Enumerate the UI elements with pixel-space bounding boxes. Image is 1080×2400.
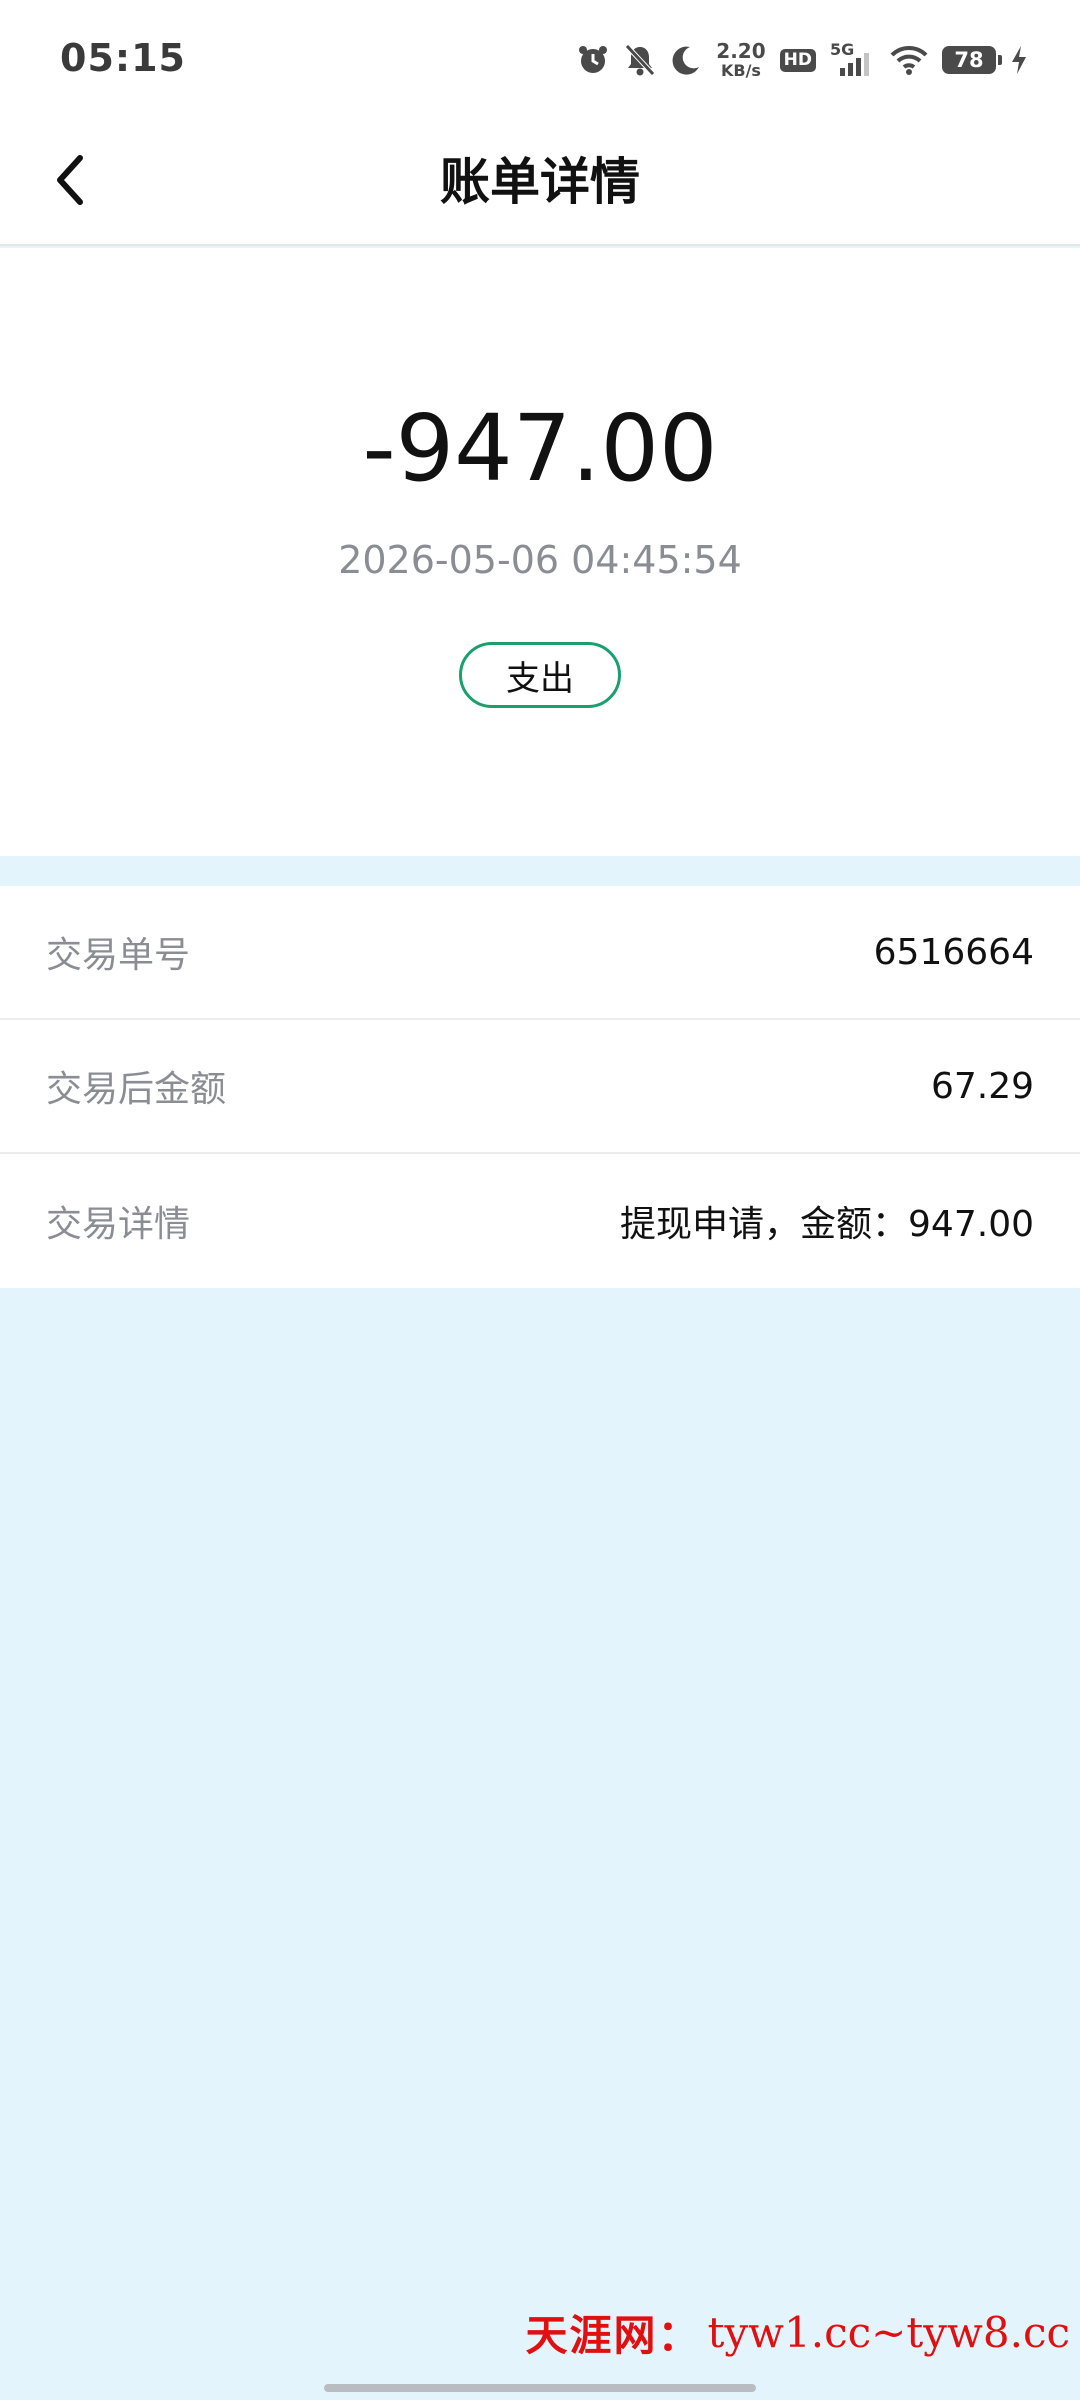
wifi-icon (890, 45, 928, 75)
moon-icon (670, 44, 702, 76)
detail-label: 交易单号 (46, 935, 191, 976)
transaction-datetime: 2026-05-06 04:45:54 (338, 538, 742, 582)
detail-value: 67.29 (930, 1065, 1034, 1107)
status-bar: 05:15 2.20 KB/s HD 5G 78 (0, 0, 1080, 120)
app-header: 账单详情 (0, 120, 1080, 246)
watermark-urls: tyw1.cc~tyw8.cc (707, 2308, 1070, 2357)
home-indicator[interactable] (324, 2384, 756, 2392)
charging-bolt-icon (1010, 45, 1028, 75)
transaction-amount: -947.00 (362, 395, 718, 502)
bill-detail-screen: 05:15 2.20 KB/s HD 5G 78 账单详情 -947.00 20… (0, 0, 1080, 2400)
detail-value: 6516664 (873, 931, 1034, 973)
signal-icon: 5G (830, 40, 876, 78)
status-icons: 2.20 KB/s HD 5G 78 (576, 38, 1028, 82)
page-title: 账单详情 (440, 153, 640, 211)
alarm-icon (576, 43, 610, 77)
detail-row-order-number: 交易单号 6516664 (0, 886, 1080, 1020)
mute-bell-icon (624, 43, 656, 77)
status-time: 05:15 (60, 36, 186, 80)
battery-icon: 78 (942, 46, 1002, 74)
transaction-type-badge: 支出 (459, 642, 621, 708)
detail-label: 交易后金额 (46, 1069, 227, 1110)
detail-label: 交易详情 (46, 1204, 191, 1245)
transaction-summary: -947.00 2026-05-06 04:45:54 支出 (0, 248, 1080, 856)
detail-row-description: 交易详情 提现申请，金额：947.00 (0, 1154, 1080, 1288)
detail-value: 提现申请，金额：947.00 (620, 1204, 1034, 1245)
watermark-site-name: 天涯网： (525, 2311, 702, 2360)
hd-voice-icon: HD (779, 48, 816, 72)
transaction-details: 交易单号 6516664 交易后金额 67.29 交易详情 提现申请，金额：94… (0, 886, 1080, 1288)
net-speed: 2.20 KB/s (716, 39, 766, 80)
site-watermark: 天涯网： tyw1.cc~tyw8.cc (525, 2302, 1070, 2363)
detail-row-balance-after: 交易后金额 67.29 (0, 1020, 1080, 1154)
